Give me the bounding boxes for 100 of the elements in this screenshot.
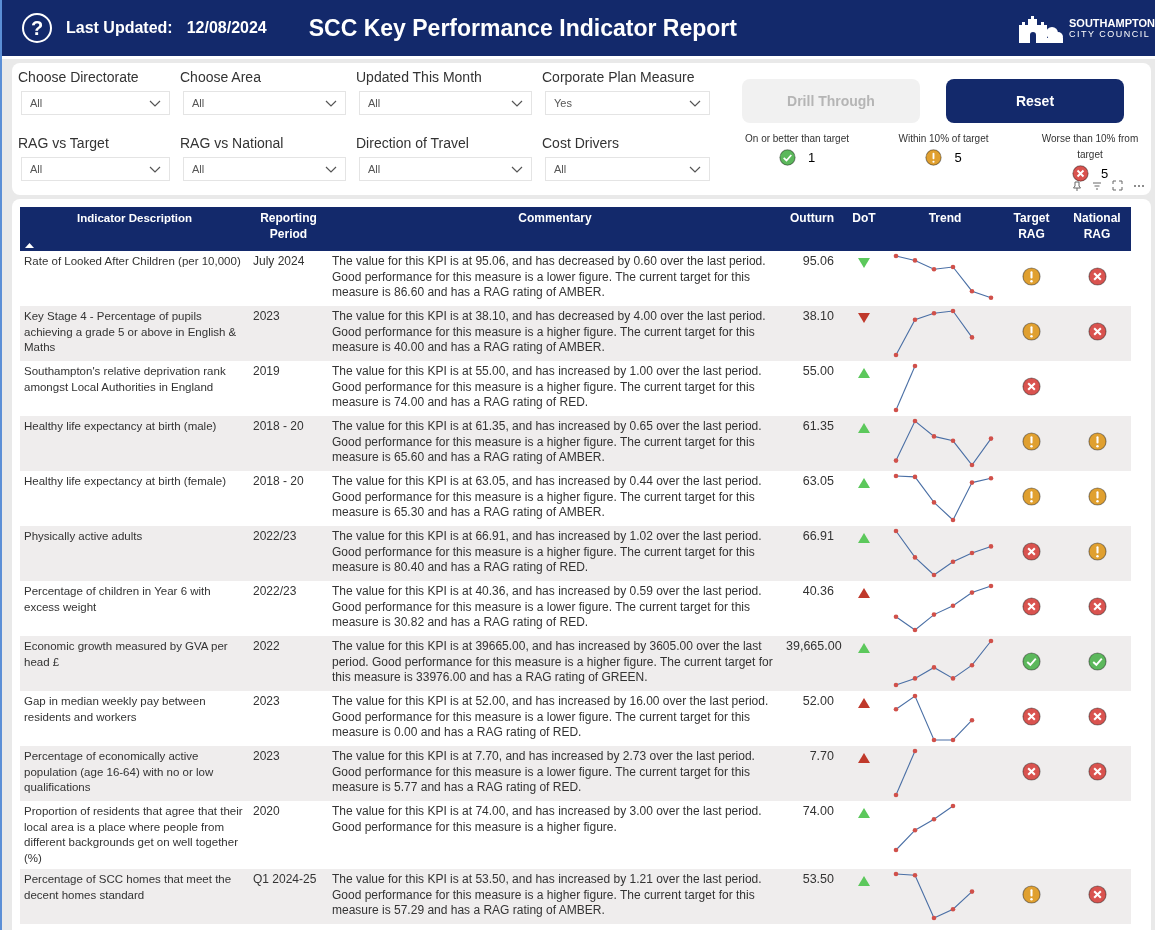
column-header[interactable]: Commentary <box>328 207 782 251</box>
table-cell: The value for this KPI is at 66.91, and has increased by 1.02 over the last period. Good performance for this measure is a higher figure. The current target for this measure is 80.40 and has a RAG rating of RED. <box>328 526 782 581</box>
column-header[interactable]: National RAG <box>1063 207 1131 251</box>
column-header[interactable]: Reporting Period <box>249 207 328 251</box>
table-cell: Q1 2024-25 <box>249 869 328 924</box>
table-cell: The value for this KPI is at 74.00, and has increased by 3.00 over the last period. Good performance for this measure is a higher figure. <box>328 801 782 869</box>
chevron-down-icon <box>149 99 161 107</box>
last-updated-label: Last Updated: <box>66 19 173 37</box>
chevron-down-icon <box>325 99 337 107</box>
filter-label: Choose Directorate <box>18 69 140 87</box>
table-cell: 2022 <box>249 636 328 691</box>
table-cell: The value for this KPI is at 38.10, and has decreased by 4.00 over the last period. Good performance for this measure is a higher figure. The current target for this measure is 40.00 and has a RAG rating of AMBER. <box>328 306 782 361</box>
filter-icon[interactable] <box>1092 180 1102 191</box>
table-cell: 2022/23 <box>249 581 328 636</box>
castle-logo-icon <box>1017 13 1064 43</box>
table-cell: The value for this KPI is at 40.36, and has increased by 0.59 over the last period. Good performance for this measure is a lower figure. The current target for this measure is 30.82 and has a RAG rating of RED. <box>328 581 782 636</box>
filter-label: Choose Area <box>180 69 262 87</box>
chevron-down-icon <box>511 99 523 107</box>
column-header[interactable]: Indicator Description <box>20 207 249 251</box>
table-cell: Proportion of residents that agree that their local area is a place where people from different backgrounds get on well together (%) <box>20 801 249 869</box>
filter-label: Cost Drivers <box>542 135 620 153</box>
table-cell: Economic growth measured by GVA per head £ <box>20 636 249 691</box>
reset-button[interactable]: Reset <box>946 79 1124 123</box>
help-button[interactable]: ? <box>22 13 52 43</box>
dropdown-field[interactable]: All <box>359 157 532 181</box>
table-cell: The value for this KPI is at 61.35, and has increased by 0.65 over the last period. Good performance for this measure is a higher figure. The current target for this measure is 65.60 and has a RAG rating of AMBER. <box>328 416 782 471</box>
column-header[interactable]: Outturn <box>782 207 838 251</box>
table-cell: 2018 - 20 <box>249 471 328 526</box>
trend-sparkline <box>893 803 956 853</box>
filter-label: Corporate Plan Measure <box>542 69 696 87</box>
table-cell: The value for this KPI is at 39665.00, and has increased by 3605.00 over the last period. Good performance for this measure is a higher figure. The current target for this measure is 33976.00 and has a RAG rating of GREEN. <box>328 636 782 691</box>
table-cell: Key Stage 4 - Percentage of pupils achieving a grade 5 or above in English & Maths <box>20 306 249 361</box>
summary-count: 1 <box>807 150 816 165</box>
table-cell: 2018 - 20 <box>249 416 328 471</box>
table-cell: July 2024 <box>249 251 328 306</box>
filter-label: RAG vs Target <box>18 135 110 153</box>
chevron-down-icon <box>325 165 337 173</box>
dropdown-field[interactable]: All <box>183 157 346 181</box>
chevron-down-icon <box>689 99 701 107</box>
filter-label: Direction of Travel <box>356 135 470 153</box>
table-cell: 2023 <box>249 306 328 361</box>
column-header[interactable]: Trend <box>890 207 1000 251</box>
report-title: SCC Key Performance Indicator Report <box>308 14 738 42</box>
table-cell: The value for this KPI is at 55.00, and has increased by 1.00 over the last period. Good performance for this measure is a higher figure. The current target for this measure is 74.00 and has a RAG rating of RED. <box>328 361 782 416</box>
table-cell: Percentage of children in Year 6 with excess weight <box>20 581 249 636</box>
summary-count: 5 <box>954 150 962 165</box>
table-cell: 40.36 <box>782 581 838 636</box>
summary-count: 5 <box>1100 166 1109 181</box>
dropdown-field[interactable]: All <box>545 157 710 181</box>
table-cell: 7.70 <box>782 746 838 801</box>
table-cell: 2019 <box>249 361 328 416</box>
column-header[interactable]: Target RAG <box>1000 207 1063 251</box>
table-cell: 66.91 <box>782 526 838 581</box>
trend-sparkline <box>893 748 918 798</box>
table-cell: 53.50 <box>782 869 838 924</box>
trend-sparkline <box>893 363 918 413</box>
table-cell: Percentage of SCC homes that meet the decent homes standard <box>20 869 249 924</box>
summary-label: Within 10% of target <box>898 132 989 146</box>
table-cell: The value for this KPI is at 52.00, and has increased by 16.00 over the last period. Good performance for this measure is a lower figure. The current target for this measure is 0.00 and has a RAG rating of RED. <box>328 691 782 746</box>
dropdown-field[interactable]: All <box>21 91 170 115</box>
table-cell: 2023 <box>249 746 328 801</box>
table-cell: Healthy life expectancy at birth (male) <box>20 416 249 471</box>
last-updated-date: 12/08/2024 <box>186 19 267 37</box>
table-cell: 63.05 <box>782 471 838 526</box>
table-cell: 74.00 <box>782 801 838 869</box>
table-cell: Percentage of economically active population (age 16-64) with no or low qualifications <box>20 746 249 801</box>
table-cell: Healthy life expectancy at birth (female) <box>20 471 249 526</box>
table-cell: The value for this KPI is at 95.06, and has decreased by 0.60 over the last period. Good performance for this measure is a lower figure. The current target for this measure is 86.60 and has a RAG rating of AMBER. <box>328 251 782 306</box>
summary-label: On or better than target <box>745 132 849 146</box>
column-header[interactable]: DoT <box>838 207 890 251</box>
table-cell: The value for this KPI is at 53.50, and has increased by 1.21 over the last period. Good performance for this measure is a higher figure. The current target for this measure is 57.29 and has a RAG rating of AMBER. <box>328 869 782 924</box>
table-cell: Gap in median weekly pay between residents and workers <box>20 691 249 746</box>
chevron-down-icon <box>149 165 161 173</box>
chevron-down-icon <box>689 165 701 173</box>
expand-icon[interactable] <box>1112 180 1123 191</box>
table-cell: The value for this KPI is at 63.05, and has increased by 0.44 over the last period. Good performance for this measure is a higher figure. The current target for this measure is 65.30 and has a RAG rating of AMBER. <box>328 471 782 526</box>
logo-subtitle: CITY COUNCIL <box>1069 29 1152 39</box>
filter-label: RAG vs National <box>180 135 285 153</box>
table-cell: 95.06 <box>782 251 838 306</box>
table-cell: 2020 <box>249 801 328 869</box>
dropdown-field[interactable]: Yes <box>545 91 710 115</box>
table-cell: 38.10 <box>782 306 838 361</box>
more-icon[interactable] <box>1133 183 1145 188</box>
table-cell: Rate of Looked After Children (per 10,000) <box>20 251 249 306</box>
table-cell: 61.35 <box>782 416 838 471</box>
dropdown-field[interactable]: All <box>359 91 532 115</box>
sort-ascending-icon[interactable] <box>25 243 34 248</box>
logo-name: SOUTHAMPTON <box>1069 17 1155 29</box>
dropdown-field[interactable]: All <box>183 91 346 115</box>
table-cell: 2023 <box>249 691 328 746</box>
table-cell: 52.00 <box>782 691 838 746</box>
table-cell: Physically active adults <box>20 526 249 581</box>
table-cell: 55.00 <box>782 361 838 416</box>
summary-label: Worse than 10% from target <box>1040 132 1140 162</box>
table-cell: Southampton's relative deprivation rank amongst Local Authorities in England <box>20 361 249 416</box>
table-cell: The value for this KPI is at 7.70, and has increased by 2.73 over the last period. Good performance for this measure is a lower figure. The current target for this measure is 5.77 and has a RAG rating of RED. <box>328 746 782 801</box>
table-cell: 2022/23 <box>249 526 328 581</box>
chevron-down-icon <box>511 165 523 173</box>
filter-label: Updated This Month <box>356 69 483 87</box>
dropdown-field[interactable]: All <box>21 157 170 181</box>
